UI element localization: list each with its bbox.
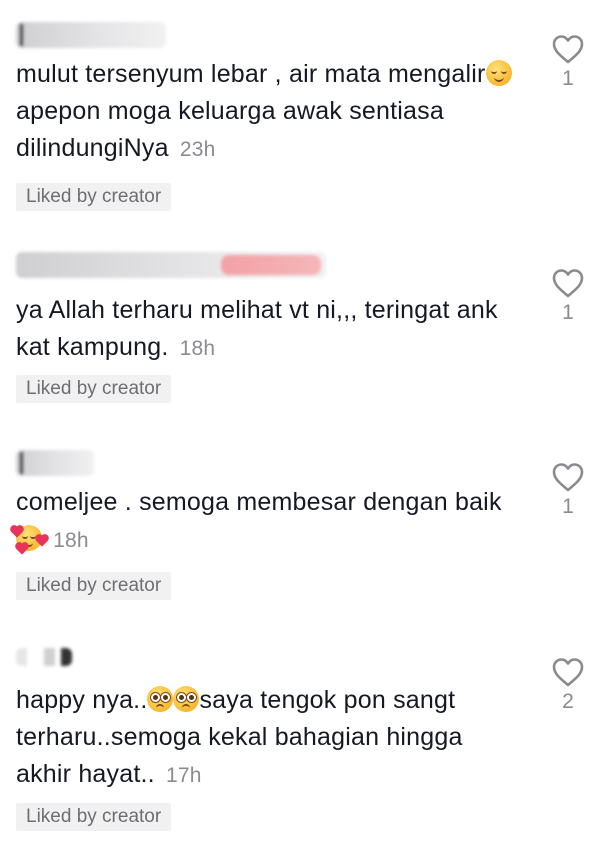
pleading-face-emoji (173, 686, 200, 712)
relieved-face-emoji (485, 60, 512, 86)
smiling-face-with-hearts-emoji (11, 525, 48, 555)
like-control[interactable]: 1 (548, 268, 588, 325)
username-blurred[interactable] (16, 22, 166, 48)
liked-by-creator-badge: Liked by creator (16, 803, 172, 831)
like-count: 1 (562, 495, 574, 518)
heart-outline-icon[interactable] (551, 462, 585, 492)
pleading-face-emoji (147, 686, 174, 712)
liked-by-creator-badge: Liked by creator (16, 572, 172, 600)
heart-outline-icon[interactable] (551, 268, 585, 298)
comment-text: comeljee . semoga membesar dengan baik 1… (11, 484, 516, 559)
like-control[interactable]: 2 (548, 657, 588, 714)
like-count: 1 (562, 301, 574, 324)
heart-outline-icon[interactable] (551, 657, 585, 687)
comment-timestamp: 17h (165, 764, 202, 787)
like-count: 2 (562, 690, 574, 713)
liked-by-creator-badge: Liked by creator (16, 183, 172, 211)
like-control[interactable]: 1 (548, 34, 588, 91)
comment-text: mulut tersenyum lebar , air mata mengali… (16, 56, 516, 168)
like-control[interactable]: 1 (548, 462, 588, 519)
like-count: 1 (562, 67, 574, 90)
username-blurred[interactable] (16, 648, 72, 666)
heart-outline-icon[interactable] (551, 34, 585, 64)
username-blurred[interactable] (16, 252, 326, 278)
liked-by-creator-badge: Liked by creator (16, 375, 172, 403)
comment-timestamp: 18h (53, 529, 89, 552)
comment-text: ya Allah terharu melihat vt ni,,, tering… (16, 296, 498, 361)
username-blurred[interactable] (16, 450, 94, 476)
comment-timestamp: 23h (179, 138, 216, 161)
comment-timestamp: 18h (179, 337, 216, 360)
comment-text: happy nya.. saya tengok pon sangt terharu… (16, 686, 463, 788)
